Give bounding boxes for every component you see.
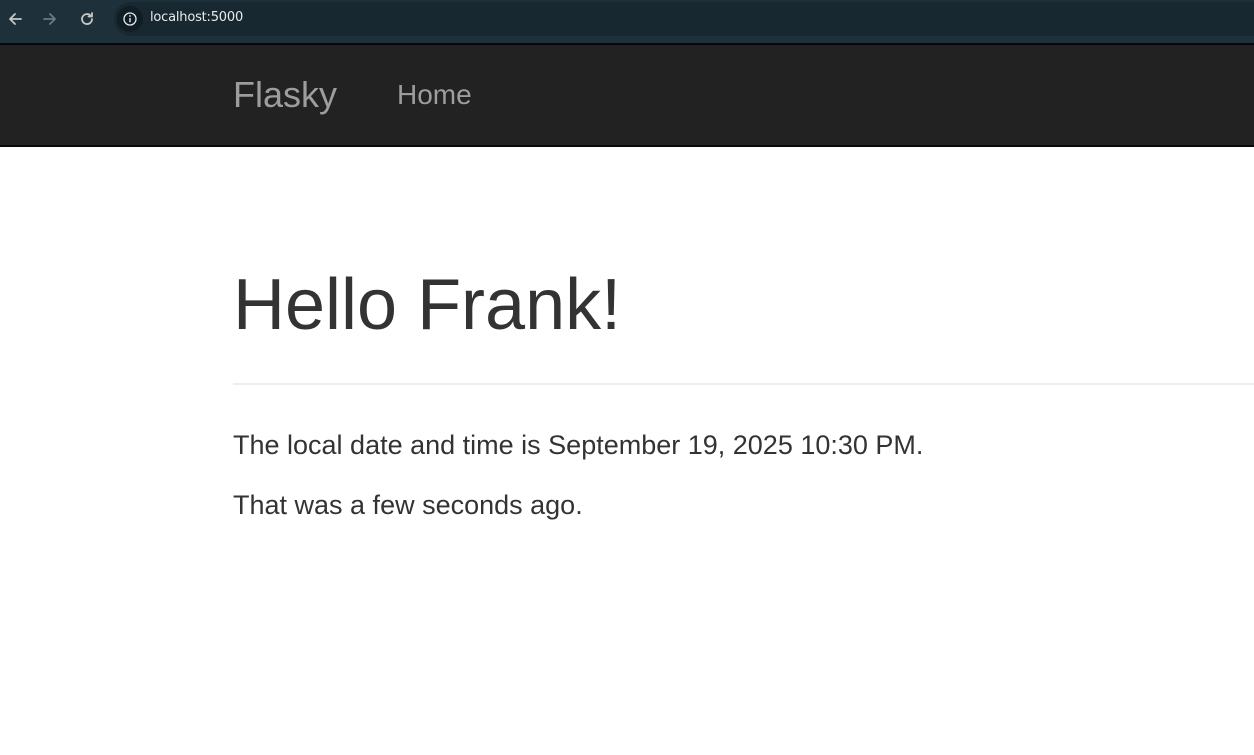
info-icon[interactable] xyxy=(117,6,143,32)
browser-toolbar: localhost:5000 xyxy=(0,0,1254,43)
app-navbar: Flasky Home xyxy=(0,43,1254,147)
header-divider xyxy=(233,383,1254,385)
local-datetime-text: The local date and time is September 19,… xyxy=(233,430,924,460)
arrow-right-icon[interactable] xyxy=(39,8,61,30)
navbar-brand[interactable]: Flasky xyxy=(233,75,337,115)
nav-item-home[interactable]: Home xyxy=(397,79,472,111)
url-text[interactable]: localhost:5000 xyxy=(150,10,243,25)
page-heading: Hello Frank! xyxy=(233,265,622,345)
arrow-left-icon[interactable] xyxy=(4,8,26,30)
relative-time-text: That was a few seconds ago. xyxy=(233,490,583,520)
reload-icon[interactable] xyxy=(76,8,98,30)
address-bar[interactable]: localhost:5000 xyxy=(114,2,1254,36)
